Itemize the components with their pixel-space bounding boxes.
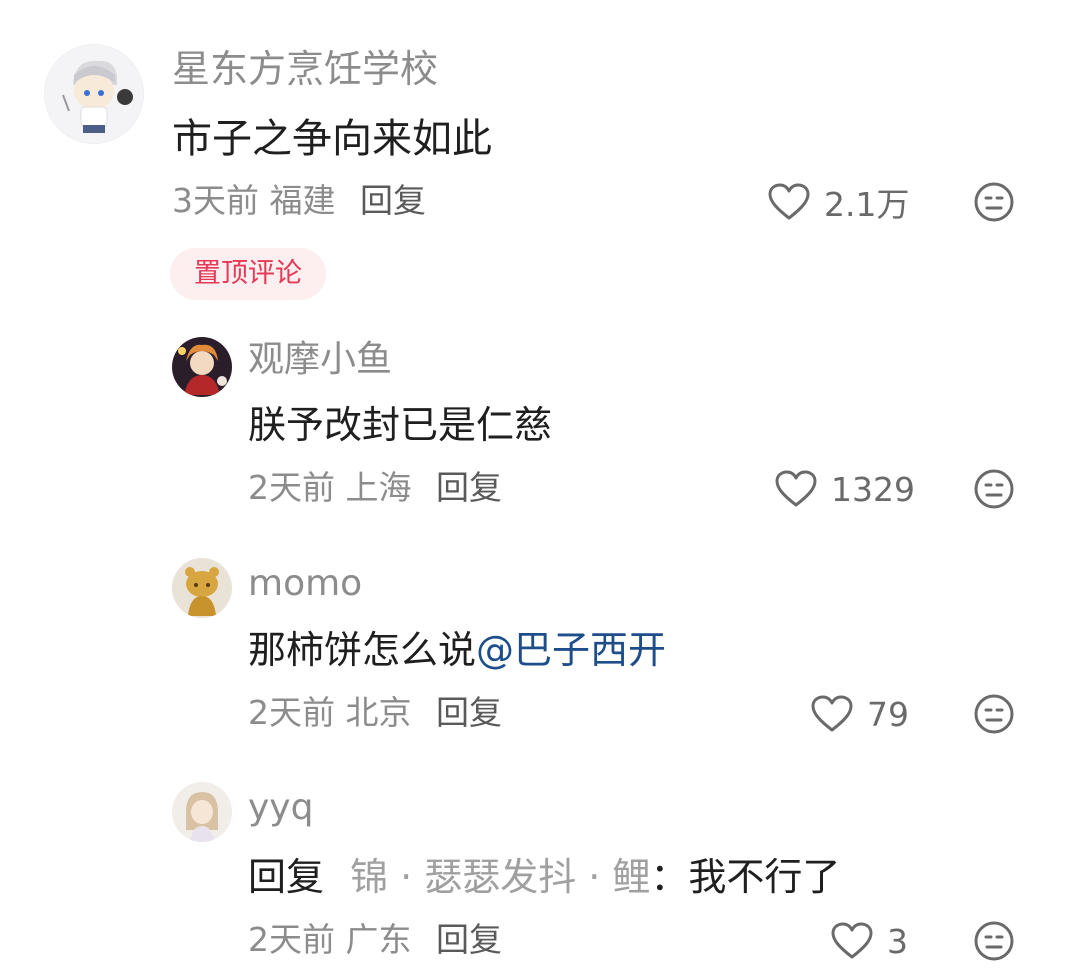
comment-body: 我不行了: [688, 855, 841, 899]
neutral-face-icon[interactable]: [973, 468, 1015, 510]
comment-meta: 2天前 上海 回复: [248, 465, 502, 511]
comment-text: 回复 锦 · 瑟瑟发抖 · 鲤：我不行了: [248, 852, 840, 902]
comment-time: 2天前: [248, 920, 335, 959]
comment-location: 上海: [345, 468, 412, 507]
heart-outline-icon: [768, 183, 810, 221]
like-button[interactable]: 2.1万: [768, 180, 909, 224]
comment-text: 市子之争向来如此: [172, 116, 492, 162]
heart-outline-icon: [811, 695, 853, 733]
reply-button[interactable]: 回复: [360, 181, 426, 220]
like-button[interactable]: 3: [831, 919, 908, 963]
like-count: 2.1万: [824, 185, 910, 224]
comment-time: 2天前: [248, 468, 335, 507]
reply-prefix: 回复: [248, 855, 325, 899]
reply-colon: ：: [650, 855, 689, 899]
avatar[interactable]: [172, 782, 232, 842]
comment-username[interactable]: 观摩小鱼: [248, 336, 392, 384]
comment-meta: 2天前 广东 回复: [248, 917, 502, 963]
comment-meta: 3天前 福建 回复: [172, 178, 426, 224]
heart-outline-icon: [831, 922, 873, 960]
mention-link[interactable]: @巴子西开: [476, 628, 666, 672]
avatar[interactable]: [172, 337, 232, 397]
quoted-username[interactable]: 锦 · 瑟瑟发抖 · 鲤: [350, 855, 650, 899]
comment-username[interactable]: momo: [248, 560, 362, 608]
comment-username[interactable]: 星东方烹饪学校: [172, 44, 438, 94]
like-button[interactable]: 79: [811, 692, 909, 736]
comment-time: 2天前: [248, 693, 335, 732]
comment-text: 那柿饼怎么说@巴子西开: [248, 625, 666, 675]
neutral-face-icon[interactable]: [973, 181, 1015, 223]
like-button[interactable]: 1329: [775, 467, 915, 511]
comment-location: 北京: [345, 693, 412, 732]
comment-location: 福建: [269, 181, 336, 220]
avatar[interactable]: [172, 558, 232, 618]
comment-location: 广东: [345, 920, 412, 959]
heart-outline-icon: [775, 470, 817, 508]
comment-username[interactable]: yyq: [248, 784, 313, 832]
reply-button[interactable]: 回复: [436, 920, 502, 959]
neutral-face-icon[interactable]: [973, 920, 1015, 962]
pinned-comment-badge: 置顶评论: [170, 248, 326, 300]
avatar[interactable]: [44, 44, 144, 144]
reply-button[interactable]: 回复: [436, 693, 502, 732]
neutral-face-icon[interactable]: [973, 693, 1015, 735]
like-count: 1329: [831, 469, 915, 509]
like-count: 79: [867, 694, 909, 734]
comment-text: 朕予改封已是仁慈: [248, 403, 553, 447]
comment-time: 3天前: [172, 181, 259, 220]
comment-meta: 2天前 北京 回复: [248, 690, 502, 736]
comment-body: 那柿饼怎么说: [248, 628, 477, 672]
reply-button[interactable]: 回复: [436, 468, 502, 507]
like-count: 3: [887, 921, 908, 961]
